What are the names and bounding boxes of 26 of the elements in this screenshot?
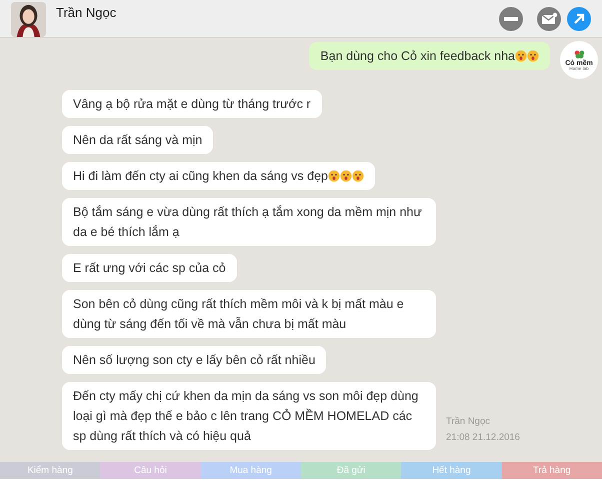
label-tab[interactable]: Đã gửi	[300, 462, 402, 479]
received-message: Bộ tắm sáng e vừa dùng rất thích ạ tắm xong da mềm mịn như da e bé thích lắm ạ	[62, 198, 436, 246]
expand-icon[interactable]	[567, 7, 591, 31]
wow-emoji-icon	[515, 50, 527, 62]
wow-emoji-icon	[340, 170, 352, 182]
sender-name: Trần Ngọc	[446, 415, 491, 429]
contact-name: Trần Ngọc	[56, 5, 116, 20]
wow-emoji-icon	[527, 50, 539, 62]
label-tab[interactable]: Câu hỏi	[100, 462, 201, 479]
label-tab[interactable]: Trả hàng	[502, 462, 602, 479]
wow-emoji-icon	[328, 170, 340, 182]
received-message: Nên số lượng son cty e lấy bên cỏ rất nhiều	[62, 346, 326, 374]
mail-icon[interactable]	[537, 7, 561, 31]
label-tab[interactable]: Hết hàng	[401, 462, 502, 479]
received-message: Vâng ạ bộ rửa mặt e dùng từ tháng trước r	[62, 90, 322, 118]
received-message: Nên da rất sáng và mịn	[62, 126, 214, 154]
received-message: Son bên cỏ dùng cũng rất thích mềm môi và k bị mất màu e dùng từ sáng đến tối về mà vẫn chưa bị mất màu	[62, 290, 436, 338]
wow-emoji-icon	[352, 170, 364, 182]
minimize-icon[interactable]	[499, 7, 523, 31]
sent-message: Bạn dùng cho Cỏ xin feedback nha	[309, 42, 550, 70]
clover-icon	[572, 48, 586, 60]
message-time: 21:08 21.12.2016	[446, 431, 520, 445]
received-message: Hi đi làm đến cty ai cũng khen da sáng vs đẹp	[62, 162, 376, 190]
received-message: Đến cty mấy chị cứ khen da mịn da sáng vs son môi đẹp dùng loại gì mà đẹp thế e bảo c lên trang CỎ MỀM HOMELAD các sp dùng rất thích và có hiệu quả	[62, 382, 436, 450]
received-message: E rất ưng với các sp của cỏ	[62, 254, 237, 282]
label-tab[interactable]: Mua hàng	[200, 462, 301, 479]
